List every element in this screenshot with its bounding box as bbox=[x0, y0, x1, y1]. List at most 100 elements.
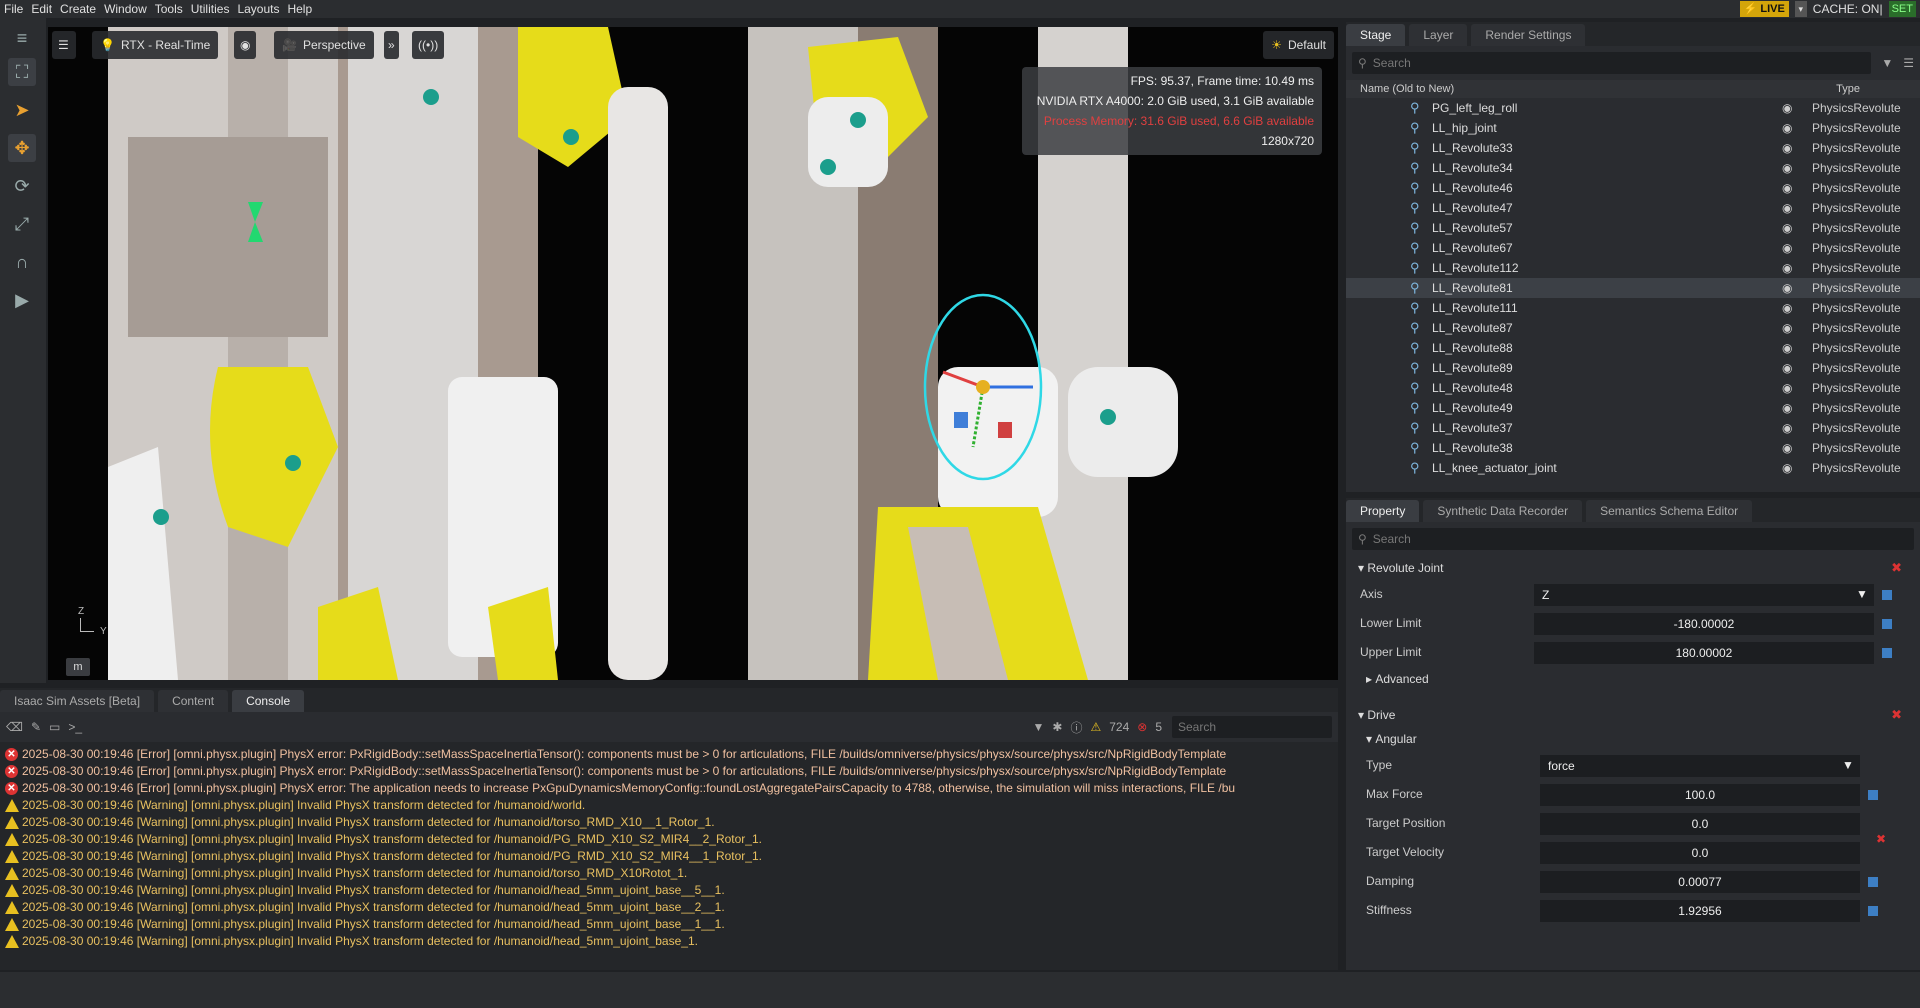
log-line[interactable]: 2025-08-30 00:19:46 [Warning] [omni.phys… bbox=[0, 933, 1338, 950]
eye-icon[interactable]: ◉ bbox=[1782, 201, 1792, 215]
eye-icon[interactable]: ◉ bbox=[1782, 101, 1792, 115]
rotate-icon[interactable]: ⟳ bbox=[8, 172, 36, 200]
stage-row[interactable]: ⚲ LL_Revolute33 ◉ PhysicsRevolute bbox=[1346, 138, 1920, 158]
remove-drive-icon[interactable]: ✖ bbox=[1891, 707, 1902, 723]
stage-search-input[interactable]: ⚲ Search bbox=[1352, 52, 1872, 74]
audio-button[interactable]: ((•)) bbox=[412, 31, 445, 59]
eye-icon[interactable]: ◉ bbox=[1782, 141, 1792, 155]
eye-icon[interactable]: ◉ bbox=[1782, 421, 1792, 435]
menu-file[interactable]: File bbox=[0, 2, 27, 16]
menu-help[interactable]: Help bbox=[283, 2, 316, 16]
eye-icon[interactable]: ◉ bbox=[1782, 461, 1792, 475]
console-prompt[interactable]: >_ bbox=[68, 720, 82, 734]
play-icon[interactable]: ▶ bbox=[8, 286, 36, 314]
log-line[interactable]: 2025-08-30 00:19:46 [Warning] [omni.phys… bbox=[0, 797, 1338, 814]
stage-row[interactable]: ⚲ LL_Revolute81 ◉ PhysicsRevolute bbox=[1346, 278, 1920, 298]
eye-icon[interactable]: ◉ bbox=[1782, 341, 1792, 355]
target-position-field[interactable]: 0.0 bbox=[1540, 813, 1860, 835]
lighting-button[interactable]: ☀ Default bbox=[1263, 31, 1334, 59]
menu-create[interactable]: Create bbox=[56, 2, 100, 16]
eye-icon[interactable]: ◉ bbox=[1782, 121, 1792, 135]
filter-icon[interactable]: ▼ bbox=[1032, 720, 1044, 734]
damping-indicator[interactable] bbox=[1868, 877, 1878, 887]
tab-isaac-sim-assets[interactable]: Isaac Sim Assets [Beta] bbox=[0, 690, 155, 712]
log-line[interactable]: 2025-08-30 00:19:46 [Warning] [omni.phys… bbox=[0, 814, 1338, 831]
menu-window[interactable]: Window bbox=[100, 2, 151, 16]
menu-utilities[interactable]: Utilities bbox=[187, 2, 234, 16]
tab-semantics-schema-editor[interactable]: Semantics Schema Editor bbox=[1586, 500, 1753, 522]
lower-limit-field[interactable]: -180.00002 bbox=[1534, 613, 1874, 635]
log-line[interactable]: 2025-08-30 00:19:46 [Warning] [omni.phys… bbox=[0, 882, 1338, 899]
log-line[interactable]: ✕ 2025-08-30 00:19:46 [Error] [omni.physx… bbox=[0, 763, 1338, 780]
folder-icon[interactable]: ▭ bbox=[49, 720, 60, 734]
tab-layer[interactable]: Layer bbox=[1409, 24, 1468, 46]
angular-section[interactable]: ▾ Angular bbox=[1346, 727, 1920, 751]
select-arrow-icon[interactable]: ➤ bbox=[8, 96, 36, 124]
stage-row[interactable]: ⚲ LL_hip_joint ◉ PhysicsRevolute bbox=[1346, 118, 1920, 138]
clear-icon[interactable]: ⌫ bbox=[6, 720, 23, 734]
visibility-button[interactable]: ◉ bbox=[234, 31, 257, 59]
log-line[interactable]: 2025-08-30 00:19:46 [Warning] [omni.phys… bbox=[0, 899, 1338, 916]
stage-row[interactable]: ⚲ LL_Revolute67 ◉ PhysicsRevolute bbox=[1346, 238, 1920, 258]
log-line[interactable]: ✕ 2025-08-30 00:19:46 [Error] [omni.physx… bbox=[0, 746, 1338, 763]
axis-select[interactable]: Z bbox=[1534, 584, 1874, 606]
camera-button[interactable]: 🎥 Perspective bbox=[274, 31, 374, 59]
stage-row[interactable]: ⚲ LL_Revolute47 ◉ PhysicsRevolute bbox=[1346, 198, 1920, 218]
stage-row[interactable]: ⚲ LL_Revolute38 ◉ PhysicsRevolute bbox=[1346, 438, 1920, 458]
filter-icon[interactable]: ▼ bbox=[1877, 56, 1897, 70]
log-line[interactable]: 2025-08-30 00:19:46 [Warning] [omni.phys… bbox=[0, 831, 1338, 848]
render-mode-button[interactable]: 💡 RTX - Real-Time bbox=[92, 31, 219, 59]
advanced-section[interactable]: ▸ Advanced bbox=[1346, 667, 1920, 691]
stage-row[interactable]: ⚲ LL_Revolute48 ◉ PhysicsRevolute bbox=[1346, 378, 1920, 398]
max-force-indicator[interactable] bbox=[1868, 790, 1878, 800]
eye-icon[interactable]: ◉ bbox=[1782, 401, 1792, 415]
eye-icon[interactable]: ◉ bbox=[1782, 281, 1792, 295]
live-dropdown-icon[interactable]: ▾ bbox=[1794, 1, 1807, 17]
upper-limit-field[interactable]: 180.00002 bbox=[1534, 642, 1874, 664]
tab-property[interactable]: Property bbox=[1346, 500, 1420, 522]
eye-icon[interactable]: ◉ bbox=[1782, 161, 1792, 175]
snap-icon[interactable]: ∩ bbox=[8, 248, 36, 276]
lower-limit-indicator[interactable] bbox=[1882, 619, 1892, 629]
warning-icon[interactable]: ⚠ bbox=[1090, 720, 1101, 734]
target-velocity-field[interactable]: 0.0 bbox=[1540, 842, 1860, 864]
log-line[interactable]: 2025-08-30 00:19:46 [Warning] [omni.phys… bbox=[0, 916, 1338, 933]
eye-icon[interactable]: ◉ bbox=[1782, 361, 1792, 375]
stage-row[interactable]: ⚲ LL_Revolute49 ◉ PhysicsRevolute bbox=[1346, 398, 1920, 418]
tab-console[interactable]: Console bbox=[232, 690, 305, 712]
stage-row[interactable]: ⚲ LL_Revolute37 ◉ PhysicsRevolute bbox=[1346, 418, 1920, 438]
revolute-joint-section[interactable]: ▾ Revolute Joint ✖ bbox=[1346, 556, 1920, 580]
menu-tools[interactable]: Tools bbox=[151, 2, 187, 16]
eye-icon[interactable]: ◉ bbox=[1782, 301, 1792, 315]
damping-field[interactable]: 0.00077 bbox=[1540, 871, 1860, 893]
eye-icon[interactable]: ◉ bbox=[1782, 261, 1792, 275]
eye-icon[interactable]: ◉ bbox=[1782, 241, 1792, 255]
property-search-input[interactable]: ⚲ Search bbox=[1352, 528, 1914, 550]
menu-layouts[interactable]: Layouts bbox=[233, 2, 283, 16]
remove-target-icon[interactable]: ✖ bbox=[1876, 832, 1886, 846]
stage-row[interactable]: ⚲ LL_Revolute112 ◉ PhysicsRevolute bbox=[1346, 258, 1920, 278]
stage-row[interactable]: ⚲ LL_Revolute34 ◉ PhysicsRevolute bbox=[1346, 158, 1920, 178]
eye-icon[interactable]: ◉ bbox=[1782, 181, 1792, 195]
tab-render-settings[interactable]: Render Settings bbox=[1471, 24, 1586, 46]
info-icon[interactable]: ⓘ bbox=[1070, 719, 1082, 736]
stage-row[interactable]: ⚲ LL_Revolute87 ◉ PhysicsRevolute bbox=[1346, 318, 1920, 338]
options-icon[interactable]: ☰ bbox=[1897, 56, 1920, 70]
tab-synthetic-data-recorder[interactable]: Synthetic Data Recorder bbox=[1423, 500, 1583, 522]
drive-type-select[interactable]: force bbox=[1540, 755, 1860, 777]
eye-icon[interactable]: ◉ bbox=[1782, 221, 1792, 235]
eye-icon[interactable]: ◉ bbox=[1782, 321, 1792, 335]
stage-row[interactable]: ⚲ LL_Revolute89 ◉ PhysicsRevolute bbox=[1346, 358, 1920, 378]
menu-edit[interactable]: Edit bbox=[27, 2, 56, 16]
stiffness-field[interactable]: 1.92956 bbox=[1540, 900, 1860, 922]
axis-default-indicator[interactable] bbox=[1882, 590, 1892, 600]
upper-limit-indicator[interactable] bbox=[1882, 648, 1892, 658]
set-badge[interactable]: SET bbox=[1888, 1, 1916, 17]
error-icon[interactable]: ⊗ bbox=[1137, 720, 1147, 734]
log-line[interactable]: 2025-08-30 00:19:46 [Warning] [omni.phys… bbox=[0, 848, 1338, 865]
stage-row[interactable]: ⚲ LL_Revolute111 ◉ PhysicsRevolute bbox=[1346, 298, 1920, 318]
tab-content[interactable]: Content bbox=[158, 690, 229, 712]
log-line[interactable]: ✕ 2025-08-30 00:19:46 [Error] [omni.physx… bbox=[0, 780, 1338, 797]
col-type-header[interactable]: Type bbox=[1836, 83, 1860, 95]
unit-button[interactable]: m bbox=[66, 658, 90, 676]
